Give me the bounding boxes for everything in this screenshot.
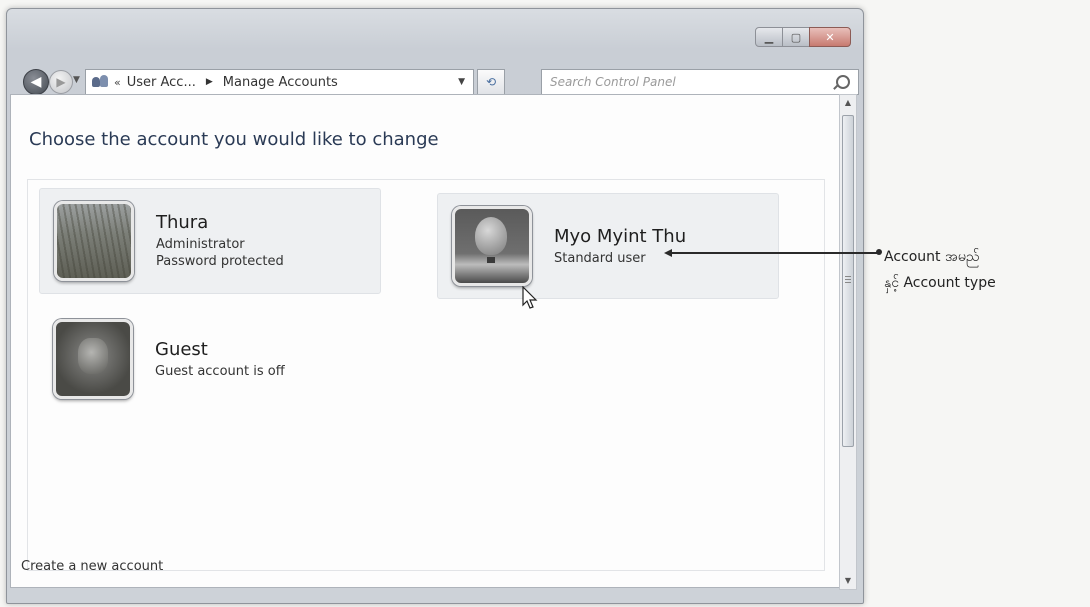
address-bar[interactable]: « User Acc... ▶ Manage Accounts ▼ (85, 69, 474, 95)
account-tile-thura[interactable]: Thura Administrator Password protected (39, 188, 381, 294)
content-pane: Choose the account you would like to cha… (10, 94, 840, 588)
history-dropdown-icon[interactable]: ▼ (73, 75, 80, 85)
close-button[interactable]: ✕ (809, 27, 851, 47)
maximize-button[interactable]: ▢ (782, 27, 810, 47)
account-picture-balloon-icon[interactable] (452, 206, 532, 286)
callout-line-1: Account အမည် (884, 249, 980, 265)
callout-annotation: Account အမည် နှင့် Account type (884, 244, 996, 296)
users-icon (92, 75, 110, 89)
caption-buttons: ▁ ▢ ✕ (755, 27, 851, 47)
account-picture-guest-icon[interactable] (53, 319, 133, 399)
callout-line (668, 252, 878, 254)
account-status: Guest account is off (155, 363, 285, 379)
search-icon[interactable] (836, 75, 850, 89)
mouse-pointer-icon (522, 286, 538, 309)
callout-dot-icon (876, 249, 882, 255)
callout-line-2: နှင့် Account type (884, 275, 996, 291)
account-name: Guest (155, 338, 208, 360)
account-tile-guest[interactable]: Guest Guest account is off (39, 307, 379, 411)
breadcrumb-separator-icon[interactable]: ▶ (206, 77, 213, 87)
vertical-scrollbar[interactable]: ▲ ▼ (839, 94, 857, 590)
grip-icon (845, 276, 851, 284)
search-box[interactable]: Search Control Panel (541, 69, 859, 95)
account-tile-myo-myint-thu[interactable]: Myo Myint Thu Standard user (437, 193, 779, 299)
forward-button[interactable]: ▶ (49, 70, 73, 94)
account-name: Thura (156, 212, 209, 233)
minimize-button[interactable]: ▁ (755, 27, 783, 47)
address-dropdown-icon[interactable]: ▼ (458, 77, 465, 87)
page-title: Choose the account you would like to cha… (29, 129, 439, 150)
account-status: Password protected (156, 254, 284, 269)
scroll-down-icon[interactable]: ▼ (840, 573, 856, 589)
account-name: Myo Myint Thu (554, 225, 687, 247)
scroll-thumb[interactable] (842, 115, 854, 447)
account-picture-wheat-icon[interactable] (54, 201, 134, 281)
search-input[interactable]: Search Control Panel (550, 75, 676, 89)
breadcrumb-manage-accounts[interactable]: Manage Accounts (223, 75, 338, 90)
refresh-button[interactable]: ⟲ (477, 69, 505, 95)
create-new-account-link[interactable]: Create a new account (21, 559, 163, 574)
breadcrumb-overflow[interactable]: « (114, 76, 121, 89)
scroll-up-icon[interactable]: ▲ (840, 95, 856, 111)
breadcrumb-user-accounts[interactable]: User Acc... (127, 75, 196, 90)
account-type: Administrator (156, 237, 245, 252)
back-button[interactable]: ◀ (23, 69, 49, 95)
